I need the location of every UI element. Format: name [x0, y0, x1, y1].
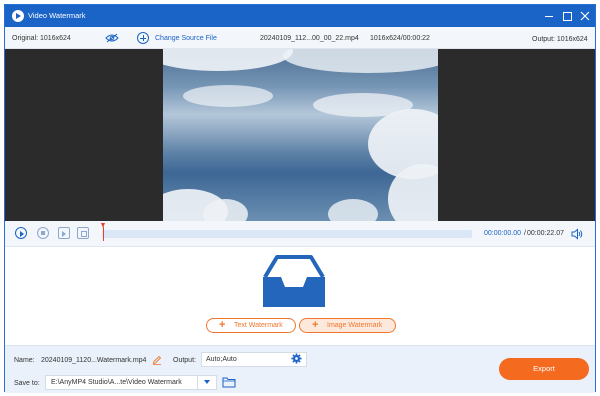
- next-frame-icon[interactable]: [58, 227, 70, 239]
- volume-icon[interactable]: [571, 228, 583, 240]
- title-bar: Video Watermark: [5, 5, 595, 27]
- cloud: [283, 49, 438, 73]
- minimize-icon[interactable]: [542, 9, 556, 23]
- output-label: Output:: [173, 357, 196, 364]
- empty-tray-icon: [263, 255, 325, 307]
- stop-icon[interactable]: [37, 227, 49, 239]
- add-image-watermark-button[interactable]: + Image Watermark: [299, 318, 396, 333]
- video-preview: [5, 49, 595, 221]
- close-icon[interactable]: [578, 9, 592, 23]
- original-resolution: Original: 1016x624: [12, 35, 71, 42]
- save-path-field[interactable]: E:\AnyMP4 Studio\A...te\Video Watermark: [45, 375, 217, 390]
- window-title: Video Watermark: [28, 11, 86, 20]
- cloud: [203, 199, 248, 221]
- time-separator: /: [524, 230, 526, 237]
- video-frame[interactable]: [163, 49, 438, 221]
- name-label: Name:: [14, 357, 35, 364]
- playback-bar: 00:00:00.00 / 00:00:22.07: [5, 221, 595, 247]
- export-button[interactable]: Export: [499, 358, 589, 380]
- plus-icon: +: [312, 319, 319, 331]
- export-settings: Name: 20240109_1120...Watermark.mp4 Outp…: [5, 345, 595, 393]
- watermark-area: + Text Watermark + Image Watermark: [5, 247, 595, 345]
- plus-icon: +: [219, 319, 226, 331]
- open-folder-icon[interactable]: [222, 376, 236, 388]
- chevron-down-icon[interactable]: [197, 376, 217, 389]
- output-resolution: Output: 1016x624: [532, 36, 588, 43]
- cloud: [328, 199, 378, 221]
- current-time: 00:00:00.00: [484, 230, 521, 237]
- snapshot-icon[interactable]: [77, 227, 89, 239]
- close-x-glyph: [580, 11, 590, 21]
- image-watermark-label: Image Watermark: [327, 322, 383, 329]
- change-source-label: Change Source File: [155, 35, 217, 42]
- total-time: 00:00:22.07: [527, 230, 564, 237]
- text-watermark-label: Text Watermark: [234, 322, 283, 329]
- add-circle-icon: [137, 32, 149, 44]
- cloud: [163, 49, 293, 71]
- video-watermark-window: Video Watermark Original: 1016x624 Chang…: [4, 4, 596, 393]
- gear-icon[interactable]: [291, 353, 302, 364]
- app-logo-icon: [12, 10, 24, 22]
- eye-hide-icon[interactable]: [105, 33, 119, 43]
- source-file-name: 20240109_112...00_00_22.mp4: [260, 35, 359, 42]
- playhead-handle[interactable]: [101, 223, 106, 241]
- maximize-icon[interactable]: [560, 9, 574, 23]
- source-file-meta: 1016x624/00:00:22: [370, 35, 430, 42]
- info-bar: Original: 1016x624 Change Source File 20…: [5, 27, 595, 49]
- play-icon[interactable]: [15, 227, 27, 239]
- save-to-label: Save to:: [14, 380, 40, 387]
- timeline-track[interactable]: [102, 230, 472, 238]
- output-settings-value: Auto;Auto: [206, 356, 237, 363]
- add-text-watermark-button[interactable]: + Text Watermark: [206, 318, 296, 333]
- output-file-name: 20240109_1120...Watermark.mp4: [41, 357, 147, 364]
- cloud: [183, 85, 273, 107]
- save-path-value: E:\AnyMP4 Studio\A...te\Video Watermark: [51, 379, 182, 386]
- edit-name-icon[interactable]: [152, 355, 162, 365]
